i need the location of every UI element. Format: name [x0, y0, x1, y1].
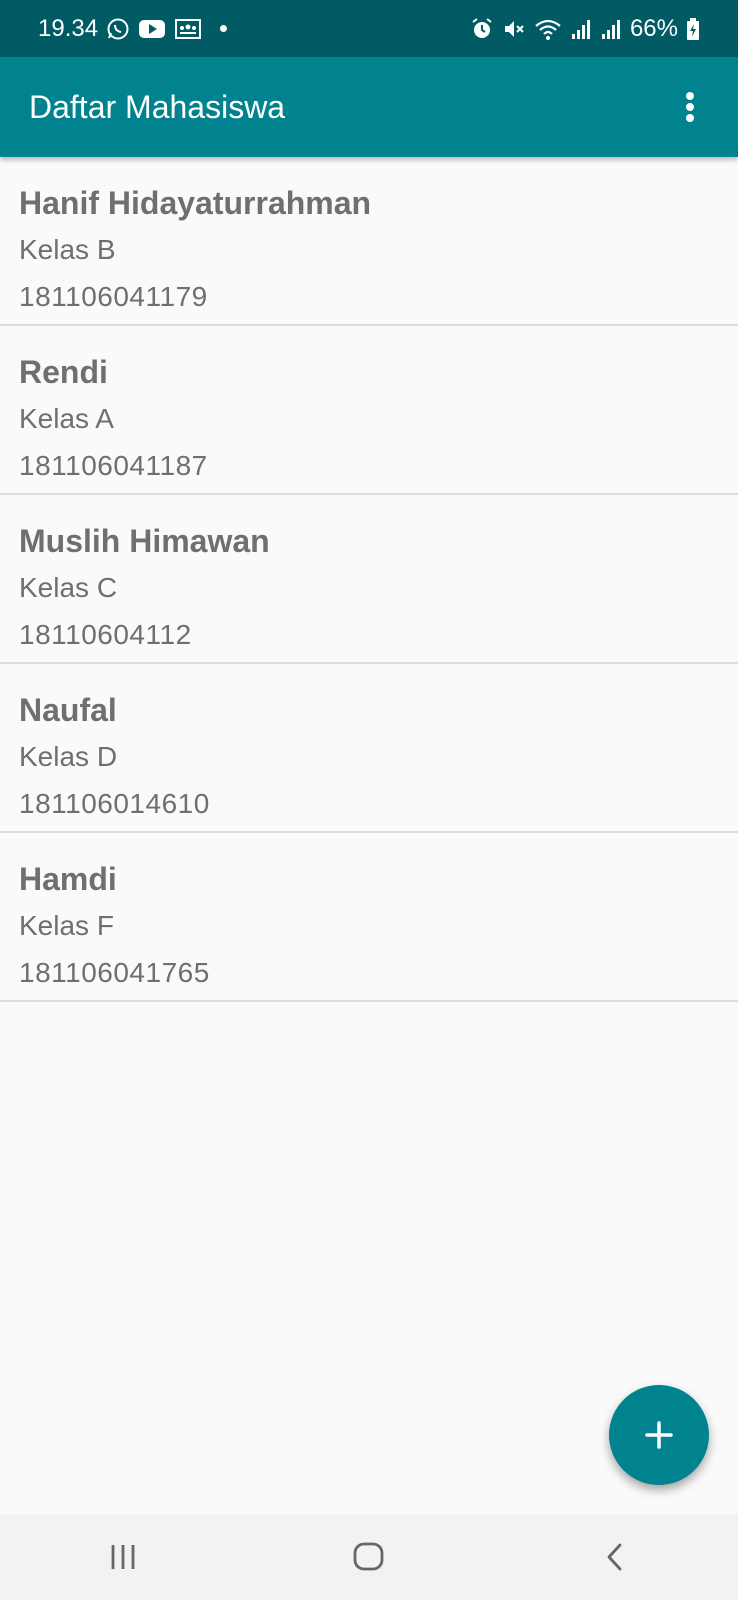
recent-apps-button[interactable] [63, 1514, 183, 1600]
home-button[interactable] [309, 1514, 429, 1600]
student-class: Kelas A [19, 403, 114, 434]
list-item[interactable]: Hanif Hidayaturrahman Kelas B 1811060411… [0, 157, 738, 326]
signal-icon [600, 18, 622, 40]
battery-percentage: 66% [629, 14, 678, 42]
page-title: Daftar Mahasiswa [29, 88, 286, 125]
student-name: Hanif Hidayaturrahman [19, 185, 372, 221]
student-class: Kelas D [19, 741, 118, 772]
status-bar-right: 66% [470, 15, 700, 43]
student-class: Kelas F [19, 910, 114, 941]
student-nim: 181106041765 [19, 957, 210, 988]
student-name: Naufal [19, 692, 117, 728]
student-nim: 18110604112 [19, 619, 192, 650]
student-name: Rendi [19, 354, 108, 390]
classroom-icon [174, 18, 202, 40]
student-nim: 181106014610 [19, 788, 210, 819]
student-name: Hamdi [19, 861, 117, 897]
whatsapp-icon [106, 17, 130, 41]
student-nim: 181106041179 [19, 281, 208, 312]
list-item[interactable]: Rendi Kelas A 181106041187 [0, 326, 738, 495]
student-name: Muslih Himawan [19, 523, 270, 559]
notification-dot [220, 25, 228, 32]
plus-icon [645, 1421, 673, 1449]
recent-apps-icon [111, 1545, 135, 1569]
status-time: 19.34 [38, 14, 99, 42]
status-bar-left: 19.34 [38, 14, 228, 43]
student-list: Hanif Hidayaturrahman Kelas B 1811060411… [0, 157, 738, 1002]
student-nim: 181106041187 [19, 450, 208, 481]
list-item[interactable]: Hamdi Kelas F 181106041765 [0, 833, 738, 1002]
battery-charging-icon [686, 17, 700, 41]
add-student-button[interactable] [609, 1385, 709, 1485]
back-icon [607, 1543, 622, 1571]
more-vert-icon [686, 92, 694, 122]
app-bar: Daftar Mahasiswa [0, 57, 738, 157]
status-bar: 19.34 66% [0, 0, 738, 57]
student-class: Kelas B [19, 234, 116, 265]
overflow-menu-button[interactable] [670, 77, 710, 137]
system-nav-bar [0, 1514, 738, 1600]
wifi-icon [534, 17, 562, 41]
signal-icon [570, 18, 592, 40]
home-icon [353, 1542, 384, 1571]
back-button[interactable] [555, 1514, 675, 1600]
list-item[interactable]: Naufal Kelas D 181106014610 [0, 664, 738, 833]
student-class: Kelas C [19, 572, 118, 603]
alarm-icon [470, 17, 494, 41]
mute-icon [502, 17, 526, 41]
youtube-icon [138, 18, 166, 40]
list-item[interactable]: Muslih Himawan Kelas C 18110604112 [0, 495, 738, 664]
